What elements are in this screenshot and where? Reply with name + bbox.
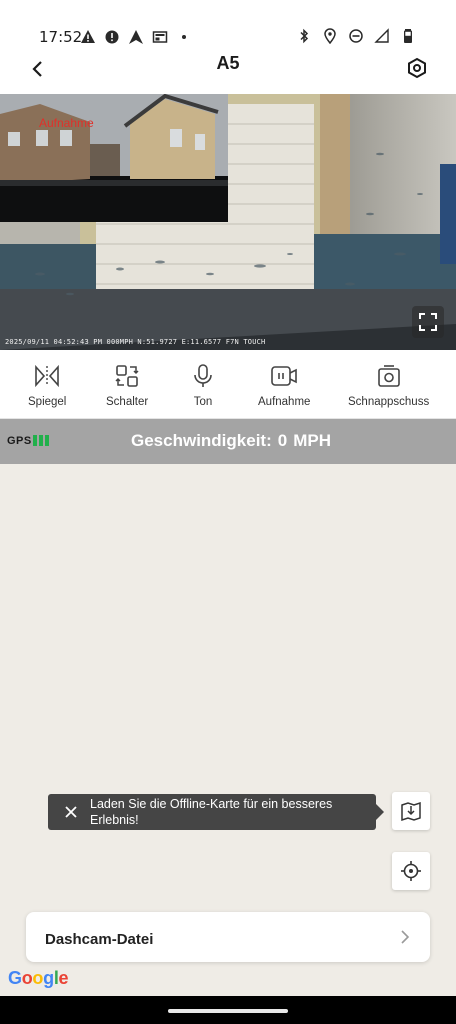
video-osd-overlay: 2025/09/11 04:52:43 PM 000MPH N:51.9727 … bbox=[5, 338, 266, 346]
status-system-icons bbox=[296, 28, 416, 44]
live-video-feed[interactable]: Aufnahme 2025/09/11 04:52:43 PM 000MPH N… bbox=[0, 94, 456, 350]
app-bar: A5 bbox=[0, 44, 456, 94]
camera-control-toolbar: Spiegel Schalter Ton Aufnahme Schnappsch… bbox=[0, 350, 456, 419]
signal-icon bbox=[374, 28, 389, 43]
close-icon bbox=[65, 806, 77, 818]
google-logo: Google bbox=[8, 968, 69, 988]
rear-camera-pip[interactable]: Aufnahme bbox=[0, 94, 228, 222]
my-location-button[interactable] bbox=[392, 852, 430, 890]
dashcam-file-label: Dashcam-Datei bbox=[45, 931, 154, 948]
chevron-right-icon bbox=[401, 930, 410, 944]
do-not-disturb-icon bbox=[349, 29, 363, 43]
location-icon bbox=[324, 28, 336, 44]
toast-close-button[interactable] bbox=[62, 803, 80, 821]
record-label: Aufnahme bbox=[258, 396, 311, 408]
switch-camera-icon bbox=[113, 362, 141, 390]
fullscreen-button[interactable] bbox=[412, 306, 444, 338]
record-icon bbox=[270, 362, 298, 390]
news-icon bbox=[152, 31, 168, 43]
page-title: A5 bbox=[216, 53, 240, 73]
recording-label: Aufnahme bbox=[39, 116, 94, 130]
mirror-button[interactable]: Spiegel bbox=[28, 362, 66, 408]
battery-icon bbox=[404, 29, 412, 43]
bluetooth-icon bbox=[300, 28, 309, 44]
map-download-icon bbox=[401, 801, 421, 822]
fullscreen-icon bbox=[419, 313, 437, 331]
hexagon-settings-icon bbox=[408, 57, 426, 79]
record-button[interactable]: Aufnahme bbox=[258, 362, 310, 408]
snapshot-button[interactable]: Schnappschuss bbox=[348, 362, 429, 408]
alert-icon bbox=[105, 30, 119, 44]
mirror-icon bbox=[33, 362, 61, 390]
speed-value: 0 bbox=[277, 431, 288, 450]
settings-button[interactable] bbox=[404, 55, 430, 81]
dashcam-file-card[interactable]: Dashcam-Datei bbox=[26, 912, 430, 962]
speed-label: Geschwindigkeit: bbox=[131, 431, 272, 450]
mirror-label: Spiegel bbox=[28, 396, 67, 408]
home-gesture-handle[interactable] bbox=[168, 1009, 288, 1013]
status-bar: 17:52 bbox=[0, 0, 456, 46]
snapshot-icon bbox=[375, 362, 403, 390]
sound-label: Ton bbox=[193, 396, 213, 408]
warning-icon bbox=[81, 30, 95, 43]
rear-camera-scene bbox=[0, 94, 228, 222]
system-navigation-bar bbox=[0, 996, 456, 1024]
snapshot-label: Schnappschuss bbox=[348, 396, 430, 408]
speed-unit: MPH bbox=[293, 431, 331, 450]
switch-camera-button[interactable]: Schalter bbox=[106, 362, 148, 408]
speed-readout: Geschwindigkeit: 0 MPH bbox=[0, 431, 456, 451]
offline-map-toast: Laden Sie die Offline-Karte für ein bess… bbox=[48, 794, 384, 830]
dot-icon bbox=[182, 35, 186, 39]
navigation-icon bbox=[129, 30, 143, 44]
crosshair-icon bbox=[401, 861, 421, 881]
toast-message: Laden Sie die Offline-Karte für ein bess… bbox=[90, 797, 333, 827]
speed-bar: GPS Geschwindigkeit: 0 MPH bbox=[0, 419, 456, 464]
switch-camera-label: Schalter bbox=[106, 396, 149, 408]
sound-button[interactable]: Ton bbox=[189, 362, 217, 408]
status-notification-icons bbox=[80, 29, 192, 45]
microphone-icon bbox=[189, 362, 217, 390]
dashcam-live-screen: 17:52 A5 Aufnahme 2025/09/11 04:52:43 PM… bbox=[0, 0, 456, 1024]
offline-map-button[interactable] bbox=[392, 792, 430, 830]
